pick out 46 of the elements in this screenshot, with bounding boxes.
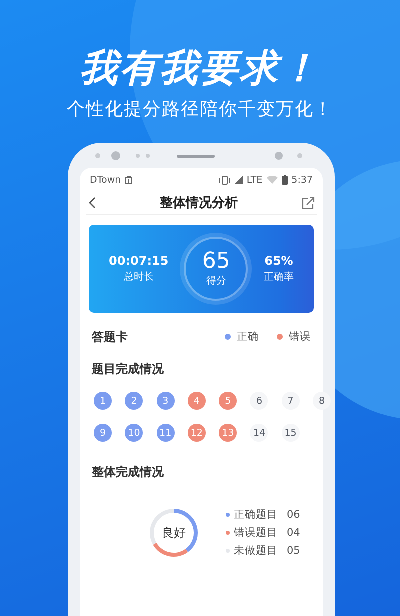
tagline: 个性化提分路径陪你千变万化！ bbox=[67, 98, 333, 122]
section-title: 题目完成情况 bbox=[92, 361, 165, 378]
question-number[interactable]: 15 bbox=[282, 424, 300, 442]
accuracy-value: 65% bbox=[264, 254, 294, 268]
duration-label: 总时长 bbox=[124, 270, 154, 284]
section-title: 答题卡 bbox=[92, 328, 128, 346]
score-label: 得分 bbox=[206, 275, 226, 288]
legend-label: 错误题目 bbox=[234, 526, 278, 540]
question-number[interactable]: 10 bbox=[125, 424, 144, 442]
question-number[interactable]: 1 bbox=[94, 392, 112, 410]
headline: 我有我要求！ bbox=[80, 45, 320, 92]
score-value: 65 bbox=[202, 250, 230, 274]
legend-label: 未做题目 bbox=[234, 544, 278, 558]
question-number[interactable]: 9 bbox=[94, 424, 112, 442]
question-number[interactable]: 11 bbox=[156, 424, 175, 442]
rating-label: 良好 bbox=[162, 524, 186, 542]
vibrate-icon bbox=[218, 176, 231, 184]
section-title: 整体完成情况 bbox=[92, 464, 165, 481]
wifi-icon bbox=[266, 176, 278, 184]
question-number[interactable]: 2 bbox=[125, 392, 144, 410]
question-number[interactable]: 8 bbox=[313, 392, 332, 410]
question-number[interactable]: 3 bbox=[156, 392, 175, 410]
signal-icon bbox=[234, 176, 243, 184]
legend-label: 正确题目 bbox=[234, 508, 278, 522]
question-number[interactable]: 12 bbox=[188, 424, 206, 442]
legend-value: 06 bbox=[287, 509, 300, 521]
legend-value: 05 bbox=[287, 545, 300, 557]
carrier-name: DTown bbox=[90, 174, 122, 186]
clock-time: 5:37 bbox=[292, 174, 313, 186]
question-number[interactable]: 5 bbox=[219, 392, 238, 410]
legend-value: 04 bbox=[287, 527, 300, 539]
question-number[interactable]: 14 bbox=[250, 424, 268, 442]
question-number[interactable]: 4 bbox=[188, 392, 206, 410]
share-icon[interactable] bbox=[302, 196, 315, 210]
accuracy-label: 正确率 bbox=[264, 270, 294, 284]
back-icon[interactable] bbox=[88, 197, 96, 209]
duration-value: 00:07:15 bbox=[109, 254, 169, 268]
network-label: LTE bbox=[246, 174, 263, 186]
battery-icon bbox=[282, 175, 288, 185]
screen-title: 整体情况分析 bbox=[160, 195, 238, 212]
question-number[interactable]: 7 bbox=[282, 392, 300, 410]
notification-icon bbox=[125, 176, 134, 184]
question-number[interactable]: 6 bbox=[250, 392, 268, 410]
legend-label: 错误 bbox=[289, 330, 311, 344]
legend-label: 正确 bbox=[237, 330, 259, 344]
question-number[interactable]: 13 bbox=[219, 424, 238, 442]
